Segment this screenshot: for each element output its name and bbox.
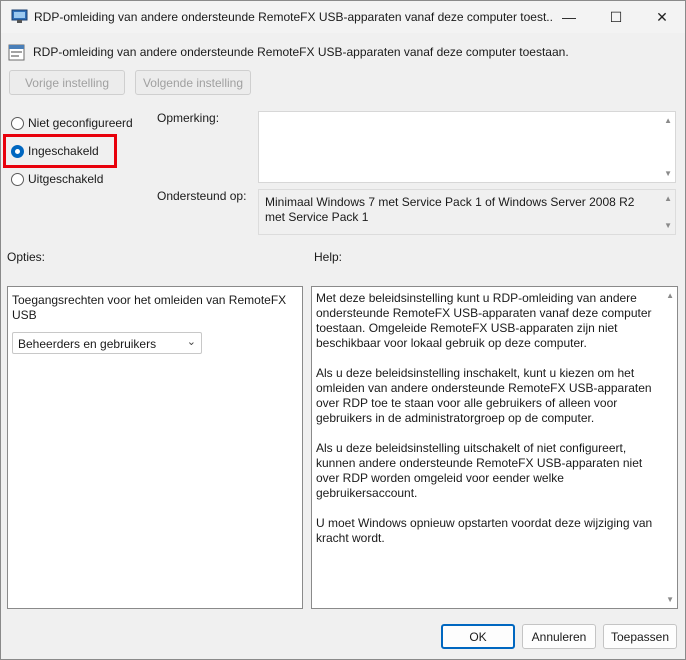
- policy-title: RDP-omleiding van andere ondersteunde Re…: [33, 45, 569, 59]
- window-title: RDP-omleiding van andere ondersteunde Re…: [34, 10, 554, 24]
- access-rights-dropdown[interactable]: Beheerders en gebruikers ⌄: [12, 332, 202, 354]
- chevron-down-icon: ⌄: [186, 336, 196, 348]
- scroll-up-icon[interactable]: ▲: [666, 291, 674, 300]
- minimize-button[interactable]: —: [546, 1, 592, 33]
- radio-label: Ingeschakeld: [28, 144, 99, 158]
- help-paragraph: U moet Windows opnieuw opstarten voordat…: [316, 516, 653, 545]
- supported-on-text: Minimaal Windows 7 met Service Pack 1 of…: [265, 195, 635, 224]
- title-bar[interactable]: RDP-omleiding van andere ondersteunde Re…: [1, 1, 685, 33]
- cancel-button[interactable]: Annuleren: [522, 624, 596, 649]
- previous-setting-button[interactable]: Vorige instelling: [9, 70, 125, 95]
- radio-label: Uitgeschakeld: [28, 172, 104, 186]
- scroll-down-icon[interactable]: ▼: [664, 221, 672, 230]
- apply-button[interactable]: Toepassen: [603, 624, 677, 649]
- ok-button[interactable]: OK: [441, 624, 515, 649]
- supported-on-label: Ondersteund op:: [157, 189, 247, 203]
- options-label: Opties:: [7, 250, 46, 264]
- close-button[interactable]: ✕: [639, 1, 685, 33]
- comment-label: Opmerking:: [157, 111, 220, 125]
- next-setting-button[interactable]: Volgende instelling: [135, 70, 251, 95]
- access-rights-label: Toegangsrechten voor het omleiden van Re…: [12, 293, 287, 322]
- remote-desktop-icon: [11, 9, 28, 23]
- maximize-button[interactable]: ☐: [593, 1, 639, 33]
- scroll-up-icon[interactable]: ▲: [664, 194, 672, 203]
- scroll-down-icon[interactable]: ▼: [666, 595, 674, 604]
- help-paragraph: Als u deze beleidsinstelling uitschakelt…: [316, 441, 643, 500]
- scroll-down-icon[interactable]: ▼: [664, 169, 672, 178]
- help-label: Help:: [314, 250, 343, 264]
- radio-enabled[interactable]: Ingeschakeld: [11, 144, 99, 158]
- radio-indicator: [11, 172, 24, 186]
- radio-indicator-selected: [11, 144, 24, 158]
- help-paragraph: Als u deze beleidsinstelling inschakelt,…: [316, 366, 652, 425]
- dropdown-value: Beheerders en gebruikers: [18, 337, 157, 351]
- radio-indicator: [11, 116, 24, 130]
- help-paragraph: Met deze beleidsinstelling kunt u RDP-om…: [316, 291, 652, 350]
- options-panel: Toegangsrechten voor het omleiden van Re…: [7, 286, 303, 609]
- comment-textarea[interactable]: ▲ ▼: [258, 111, 676, 183]
- policy-dialog: RDP-omleiding van andere ondersteunde Re…: [0, 0, 686, 660]
- radio-label: Niet geconfigureerd: [28, 116, 133, 130]
- radio-disabled[interactable]: Uitgeschakeld: [11, 172, 103, 186]
- supported-on-field: Minimaal Windows 7 met Service Pack 1 of…: [258, 189, 676, 235]
- radio-not-configured[interactable]: Niet geconfigureerd: [11, 116, 133, 130]
- policy-setting-icon: [8, 44, 25, 61]
- help-text: Met deze beleidsinstelling kunt u RDP-om…: [316, 291, 664, 561]
- scroll-up-icon[interactable]: ▲: [664, 116, 672, 125]
- help-panel[interactable]: Met deze beleidsinstelling kunt u RDP-om…: [311, 286, 678, 609]
